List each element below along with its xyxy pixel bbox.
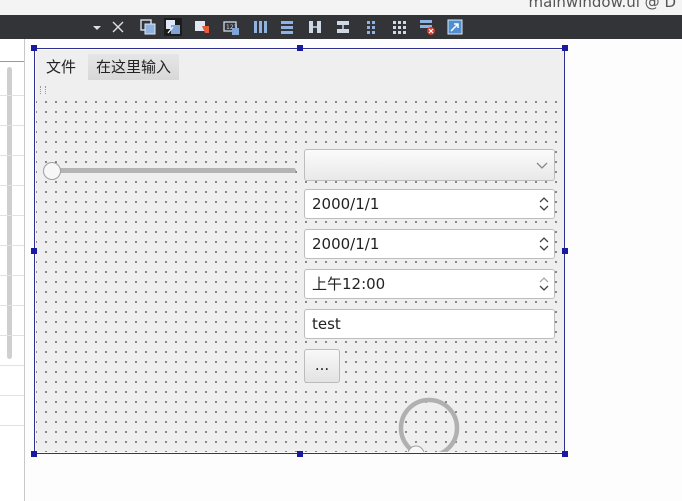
adjust-size-icon[interactable] [446,18,464,36]
form-menubar: 文件 在这里输入 [36,50,564,82]
horizontal-slider-groove[interactable] [44,168,296,173]
date-edit-1-value: 2000/1/1 [312,195,380,213]
layout-horizontal-icon[interactable] [251,18,269,36]
dock-row-divider [0,95,24,96]
resize-handle-top-right[interactable] [562,45,568,51]
resize-handle-bottom[interactable] [297,451,303,457]
chevron-down-icon[interactable] [536,160,548,170]
resize-handle-top-left[interactable] [31,45,37,51]
date-edit-2-value: 2000/1/1 [312,235,380,253]
window-title-bar: mainwindow.ui @ D [0,0,682,15]
window-title: mainwindow.ui @ D [528,0,676,11]
layout-form-icon[interactable] [362,18,380,36]
dock-row-divider [0,275,24,276]
date-edit-1[interactable]: 2000/1/1 [304,189,555,219]
resize-handle-left[interactable] [31,248,37,254]
resize-handle-bottom-right[interactable] [562,451,568,457]
dock-row-divider [0,425,24,426]
close-icon[interactable] [109,18,127,36]
dock-row-divider [0,215,24,216]
time-edit-value: 上午12:00 [312,275,386,293]
dock-header [0,39,24,62]
dock-row-divider [0,125,24,126]
spin-up-down-icon[interactable] [538,274,550,294]
time-edit[interactable]: 上午12:00 [304,269,555,299]
line-edit[interactable]: test [304,309,555,339]
central-widget-grid[interactable]: 2000/1/1 2000/1/1 上午12:00 test ... [36,94,564,452]
dock-row-divider [0,155,24,156]
dropdown-arrow-icon[interactable] [88,18,106,36]
resize-handle-right[interactable] [562,248,568,254]
layout-vertical-icon[interactable] [278,18,296,36]
menu-type-here[interactable]: 在这里输入 [88,54,180,80]
dock-row-divider [0,245,24,246]
break-layout-icon[interactable] [418,18,436,36]
edit-widgets-icon[interactable] [139,18,157,36]
spin-up-down-icon[interactable] [538,234,550,254]
dock-row-divider [0,335,24,336]
spin-up-down-icon[interactable] [538,194,550,214]
line-edit-value: test [312,315,341,333]
dock-row-divider [0,305,24,306]
layout-vertical-splitter-icon[interactable] [334,18,352,36]
edit-signals-slots-icon[interactable] [164,18,182,36]
main-window-form[interactable]: 文件 在这里输入 2000/1/1 2000/1/1 上午12:00 test … [36,50,564,452]
menu-file[interactable]: 文件 [38,54,84,80]
horizontal-slider-handle[interactable] [43,162,61,180]
dock-row-divider [0,365,24,366]
dock-scrollbar[interactable] [7,67,12,359]
designer-toolbar: 123 [0,15,682,39]
dial[interactable] [397,396,461,452]
layout-horizontal-splitter-icon[interactable] [306,18,324,36]
dock-row-divider [0,395,24,396]
tool-button[interactable]: ... [304,349,340,383]
edit-tab-order-icon[interactable]: 123 [222,18,240,36]
resize-handle-bottom-left[interactable] [31,451,37,457]
layout-grid-icon[interactable] [390,18,408,36]
left-dock-panel [0,39,25,501]
dock-row-divider [0,185,24,186]
combo-box[interactable] [304,149,555,181]
date-edit-2[interactable]: 2000/1/1 [304,229,555,259]
edit-buddies-icon[interactable] [193,18,211,36]
resize-handle-top[interactable] [297,45,303,51]
